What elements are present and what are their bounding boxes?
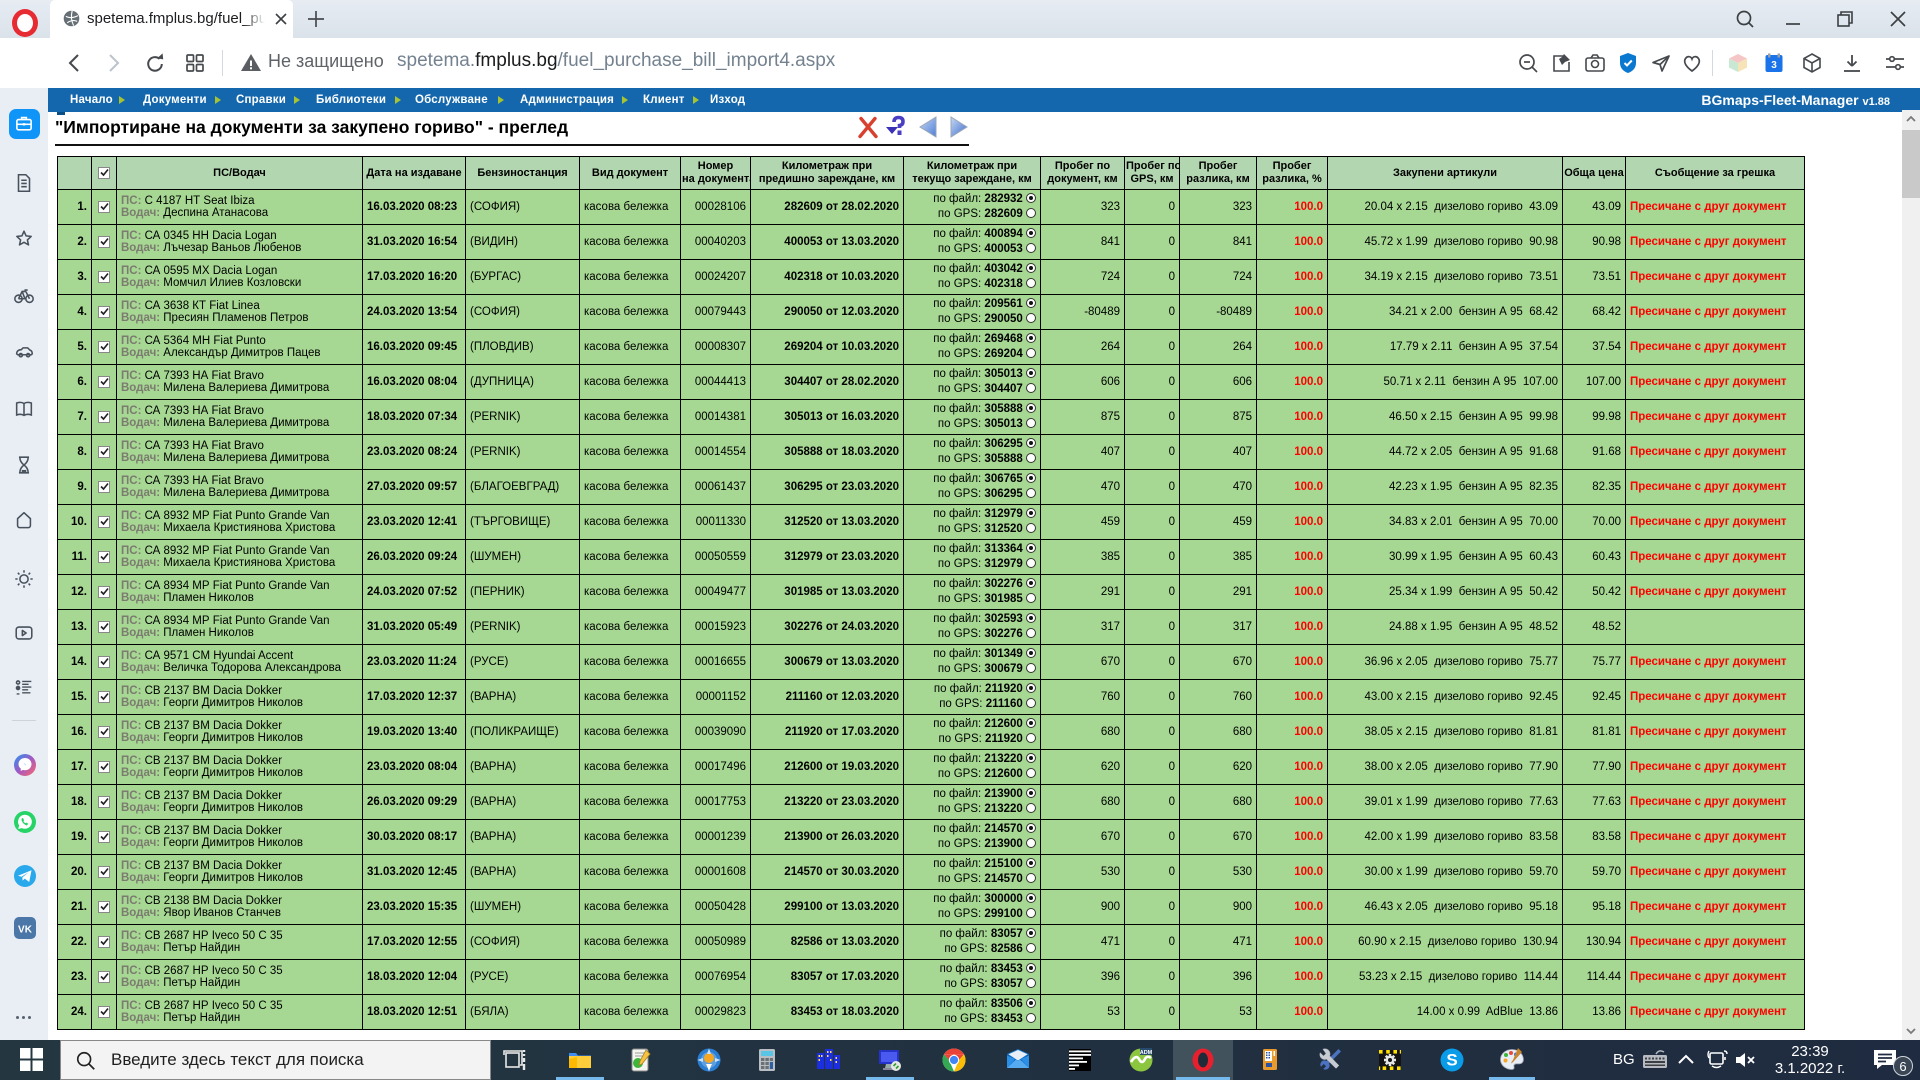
svg-text:VK: VK xyxy=(18,925,33,936)
svg-text:ADM: ADM xyxy=(1140,1050,1153,1056)
svg-text:3: 3 xyxy=(1771,60,1777,71)
svg-text:S: S xyxy=(1446,1051,1457,1070)
